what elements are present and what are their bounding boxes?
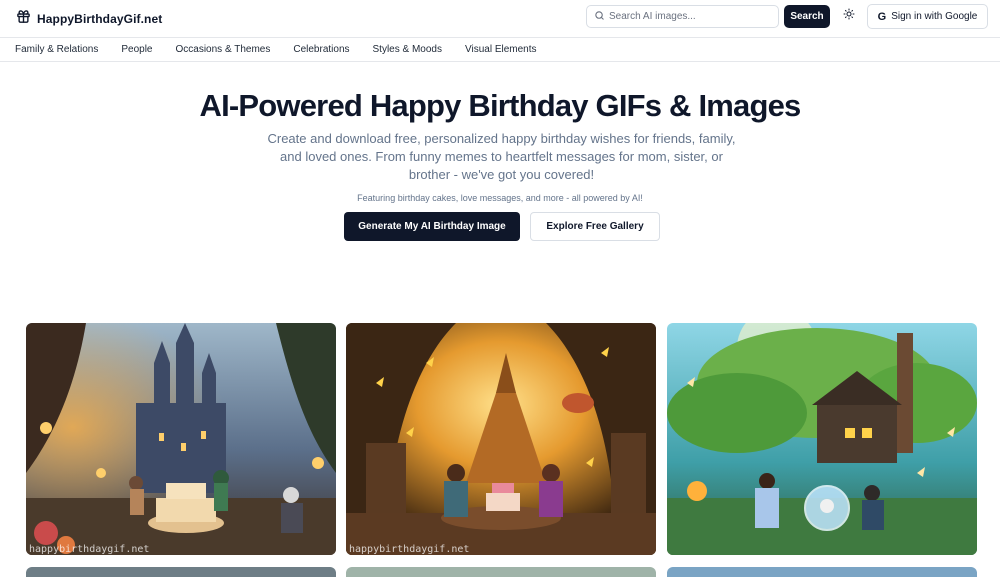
nav-item-occasions-themes[interactable]: Occasions & Themes: [176, 44, 271, 55]
top-header: HappyBirthdayGif.net Search G Sign in wi…: [0, 0, 1000, 37]
site-logo[interactable]: HappyBirthdayGif.net: [16, 9, 162, 29]
gallery-image-tree-cave[interactable]: happybirthdaygif.net: [346, 323, 656, 555]
generate-image-button[interactable]: Generate My AI Birthday Image: [344, 212, 520, 241]
signin-label: Sign in with Google: [891, 11, 978, 22]
nav-item-styles-moods[interactable]: Styles & Moods: [373, 44, 442, 55]
site-name: HappyBirthdayGif.net: [37, 12, 163, 26]
search-icon: [594, 8, 609, 26]
category-nav: Family & Relations People Occasions & Th…: [0, 37, 1000, 62]
search-input[interactable]: [609, 11, 769, 22]
hero-title: AI-Powered Happy Birthday GIFs & Images: [199, 88, 801, 123]
nav-item-family-relations[interactable]: Family & Relations: [15, 44, 98, 55]
google-signin-button[interactable]: G Sign in with Google: [867, 4, 988, 29]
hero-description: Create and download free, personalized h…: [267, 131, 736, 182]
castle-scene-image: [26, 323, 336, 555]
nav-item-people[interactable]: People: [121, 44, 152, 55]
sun-icon: [843, 7, 855, 25]
watermark: happybirthdaygif.net: [29, 544, 150, 555]
gallery-image-treehouse[interactable]: [667, 323, 977, 555]
search-field[interactable]: [586, 5, 779, 28]
gallery-image-row2-1[interactable]: [26, 567, 336, 577]
search-button[interactable]: Search: [784, 5, 830, 28]
tree-cave-scene-image: [346, 323, 656, 555]
theme-toggle-button[interactable]: [840, 7, 858, 25]
gallery-image-row2-2[interactable]: [346, 567, 656, 577]
explore-gallery-button[interactable]: Explore Free Gallery: [530, 212, 660, 241]
treehouse-scene-image: [667, 323, 977, 555]
hero-note: Featuring birthday cakes, love messages,…: [357, 193, 643, 203]
google-icon: G: [877, 10, 887, 23]
gallery-image-row2-3[interactable]: [667, 567, 977, 577]
nav-item-celebrations[interactable]: Celebrations: [293, 44, 349, 55]
gallery-image-castle[interactable]: happybirthdaygif.net: [26, 323, 336, 555]
gift-icon: [16, 9, 31, 29]
nav-item-visual-elements[interactable]: Visual Elements: [465, 44, 537, 55]
watermark: happybirthdaygif.net: [349, 544, 470, 555]
